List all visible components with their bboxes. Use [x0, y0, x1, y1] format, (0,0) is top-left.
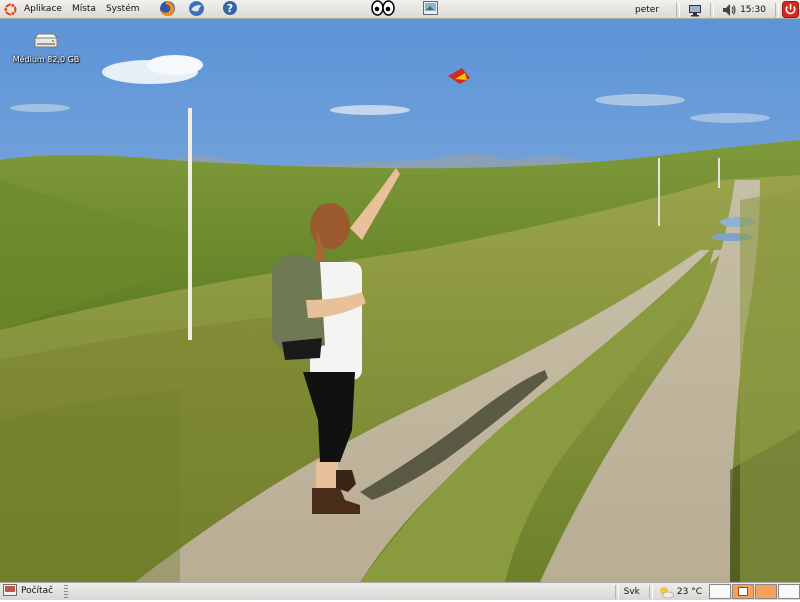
workspace-switcher[interactable]: [708, 584, 800, 599]
panel-separator: [648, 584, 653, 599]
thunderbird-launcher[interactable]: [187, 0, 205, 20]
bottom-panel: Počítač Svk 23 °C: [0, 582, 800, 600]
system-tray: peter 15:30: [629, 0, 800, 19]
taskbar-item-computer[interactable]: Počítač: [19, 584, 53, 599]
network-monitor-icon[interactable]: [687, 2, 703, 18]
workspace-3[interactable]: [755, 584, 777, 599]
help-icon: ?: [222, 0, 238, 19]
desktop-icon-medium[interactable]: Médium 82,0 GB: [10, 32, 82, 64]
weather-temperature: 23 °C: [676, 586, 702, 597]
workspace-1[interactable]: [709, 584, 731, 599]
weather-sun-cloud-icon: [658, 585, 674, 599]
top-panel: Aplikace Místa Systém ? peter 15:30: [0, 0, 800, 19]
desktop-icon-label: Médium 82,0 GB: [12, 55, 80, 64]
thunderbird-icon: [188, 0, 205, 20]
menu-applications[interactable]: Aplikace: [0, 0, 67, 19]
panel-separator: [676, 2, 681, 17]
user-switcher[interactable]: peter: [629, 5, 673, 15]
help-launcher[interactable]: ?: [221, 1, 239, 18]
workspace-2[interactable]: [732, 584, 754, 599]
workspace-4[interactable]: [778, 584, 800, 599]
show-desktop-button[interactable]: [2, 584, 18, 599]
firefox-icon: [159, 0, 176, 20]
screenshot-icon: [422, 1, 438, 18]
xeyes-icon: [371, 0, 395, 19]
harddisk-icon: [33, 32, 59, 52]
taskbar-grip-handle[interactable]: [64, 585, 68, 598]
firefox-launcher[interactable]: [158, 0, 176, 20]
panel-separator: [614, 584, 619, 599]
main-menu-bar: Aplikace Místa Systém: [0, 0, 145, 19]
keyboard-layout-indicator[interactable]: Svk: [622, 587, 646, 597]
volume-icon[interactable]: [721, 2, 737, 18]
svg-text:?: ?: [227, 2, 233, 15]
shutdown-icon: [782, 1, 799, 21]
menu-applications-label: Aplikace: [24, 3, 62, 14]
workspace-window-icon: [738, 587, 748, 596]
panel-separator: [710, 2, 715, 17]
screenshot-applet[interactable]: [421, 1, 439, 18]
menu-places[interactable]: Místa: [67, 0, 101, 19]
menu-system[interactable]: Systém: [101, 0, 145, 19]
ubuntu-logo-icon: [3, 2, 18, 17]
bottom-status-area: Svk 23 °C: [612, 583, 800, 600]
shutdown-button[interactable]: [782, 1, 799, 18]
weather-applet[interactable]: 23 °C: [656, 585, 708, 599]
panel-separator: [775, 2, 779, 17]
clock[interactable]: 15:30: [738, 5, 772, 15]
xeyes-applet[interactable]: [371, 0, 395, 19]
show-desktop-icon: [3, 584, 17, 599]
desktop-wallpaper: [0, 0, 800, 600]
